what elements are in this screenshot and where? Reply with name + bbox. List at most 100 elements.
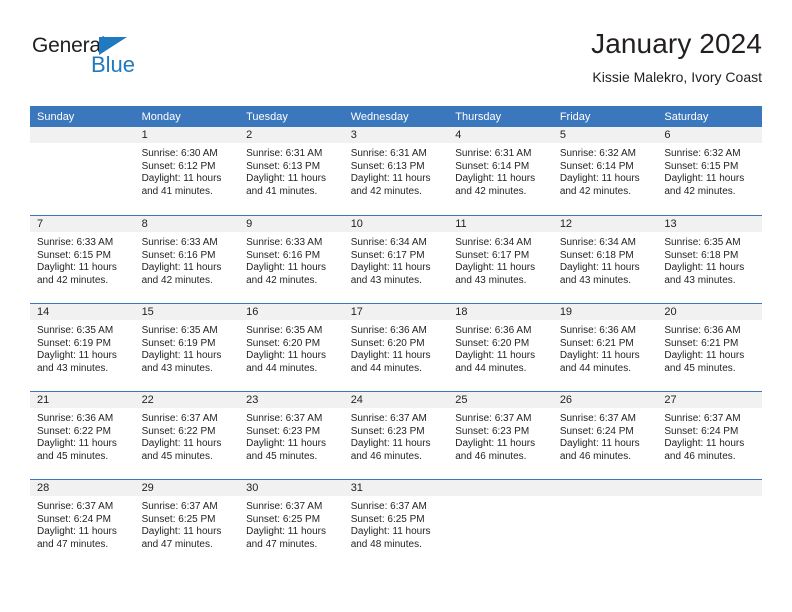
day-details: Sunrise: 6:36 AM Sunset: 6:20 PM Daylight:… [344, 320, 449, 375]
day-daylight2-text: and 47 minutes. [141, 538, 213, 550]
day-details: Sunrise: 6:37 AM Sunset: 6:22 PM Daylight:… [135, 408, 240, 463]
calendar-week-row: 14 Sunrise: 6:35 AM Sunset: 6:19 PM Dayligh… [30, 303, 762, 391]
calendar-day-cell[interactable]: 22 Sunrise: 6:37 AM Sunset: 6:22 PM Dayligh… [134, 391, 240, 479]
weekday-header-monday: Monday [134, 106, 240, 127]
calendar-day-cell[interactable]: 28 Sunrise: 6:37 AM Sunset: 6:24 PM Dayligh… [30, 479, 135, 567]
calendar-day-cell[interactable]: 26 Sunrise: 6:37 AM Sunset: 6:24 PM Dayligh… [552, 391, 658, 479]
day-number: 18 [448, 304, 553, 320]
day-cell-inner: 14 Sunrise: 6:35 AM Sunset: 6:19 PM Dayligh… [30, 303, 135, 391]
day-daylight1-text: Daylight: 11 hours [37, 526, 117, 538]
day-cell-inner: 3 Sunrise: 6:31 AM Sunset: 6:13 PM Daylight… [343, 127, 449, 215]
day-sunset-text: Sunset: 6:24 PM [559, 425, 634, 437]
day-daylight1-text: Daylight: 11 hours [246, 350, 326, 362]
day-cell-inner: 28 Sunrise: 6:37 AM Sunset: 6:24 PM Dayligh… [30, 479, 135, 567]
day-number: 3 [343, 127, 449, 143]
day-cell-inner [448, 479, 553, 567]
weekday-header-tuesday: Tuesday [239, 106, 344, 127]
calendar-day-cell[interactable]: 6 Sunrise: 6:32 AM Sunset: 6:15 PM Daylight… [657, 127, 762, 215]
day-sunrise-text: Sunrise: 6:36 AM [664, 325, 741, 336]
day-details: Sunrise: 6:33 AM Sunset: 6:15 PM Daylight:… [30, 232, 135, 287]
calendar-day-cell[interactable]: 21 Sunrise: 6:36 AM Sunset: 6:22 PM Dayligh… [30, 391, 135, 479]
calendar-day-cell[interactable]: 24 Sunrise: 6:37 AM Sunset: 6:23 PM Dayligh… [343, 391, 449, 479]
calendar-day-cell[interactable]: 8 Sunrise: 6:33 AM Sunset: 6:16 PM Daylight… [134, 215, 240, 303]
calendar-day-cell[interactable]: 5 Sunrise: 6:32 AM Sunset: 6:14 PM Daylight… [552, 127, 658, 215]
day-daylight2-text: and 43 minutes. [350, 274, 422, 286]
day-details: Sunrise: 6:32 AM Sunset: 6:14 PM Daylight:… [553, 143, 658, 198]
day-sunrise-text: Sunrise: 6:37 AM [246, 501, 323, 512]
day-cell-inner [552, 479, 658, 567]
day-number: 19 [552, 304, 658, 320]
general-blue-logo[interactable]: General Blue [32, 35, 192, 87]
calendar-day-cell[interactable]: 30 Sunrise: 6:37 AM Sunset: 6:25 PM Dayligh… [239, 479, 344, 567]
calendar-day-cell[interactable]: 14 Sunrise: 6:35 AM Sunset: 6:19 PM Dayligh… [30, 303, 135, 391]
calendar-day-cell[interactable]: 12 Sunrise: 6:34 AM Sunset: 6:18 PM Dayligh… [552, 215, 658, 303]
day-sunset-text: Sunset: 6:16 PM [246, 249, 321, 261]
day-number [552, 480, 658, 496]
day-daylight2-text: and 44 minutes. [559, 362, 631, 374]
calendar-day-cell[interactable]: 2 Sunrise: 6:31 AM Sunset: 6:13 PM Daylight… [239, 127, 344, 215]
day-sunset-text: Sunset: 6:21 PM [664, 337, 739, 349]
calendar-empty-cell [30, 127, 135, 215]
day-sunrise-text: Sunrise: 6:36 AM [455, 325, 532, 336]
day-sunset-text: Sunset: 6:15 PM [37, 249, 111, 261]
day-daylight1-text: Daylight: 11 hours [350, 526, 431, 538]
day-number: 1 [134, 127, 240, 143]
day-details: Sunrise: 6:37 AM Sunset: 6:25 PM Daylight:… [135, 496, 240, 551]
day-daylight1-text: Daylight: 11 hours [141, 438, 222, 450]
calendar-day-cell[interactable]: 15 Sunrise: 6:35 AM Sunset: 6:19 PM Dayligh… [134, 303, 240, 391]
day-sunrise-text: Sunrise: 6:36 AM [37, 413, 114, 424]
day-cell-inner: 17 Sunrise: 6:36 AM Sunset: 6:20 PM Dayligh… [343, 303, 449, 391]
calendar-day-cell[interactable]: 23 Sunrise: 6:37 AM Sunset: 6:23 PM Dayligh… [239, 391, 344, 479]
day-details: Sunrise: 6:35 AM Sunset: 6:18 PM Daylight:… [657, 232, 762, 287]
day-daylight1-text: Daylight: 11 hours [559, 262, 640, 274]
day-cell-inner: 30 Sunrise: 6:37 AM Sunset: 6:25 PM Dayligh… [239, 479, 344, 567]
calendar-day-cell[interactable]: 25 Sunrise: 6:37 AM Sunset: 6:23 PM Dayligh… [448, 391, 553, 479]
calendar-day-cell[interactable]: 11 Sunrise: 6:34 AM Sunset: 6:17 PM Dayligh… [448, 215, 553, 303]
day-number: 6 [657, 127, 762, 143]
day-daylight1-text: Daylight: 11 hours [141, 173, 222, 185]
calendar-day-cell[interactable]: 16 Sunrise: 6:35 AM Sunset: 6:20 PM Dayligh… [239, 303, 344, 391]
calendar-day-cell[interactable]: 7 Sunrise: 6:33 AM Sunset: 6:15 PM Daylight… [30, 215, 135, 303]
calendar-day-cell[interactable]: 10 Sunrise: 6:34 AM Sunset: 6:17 PM Dayligh… [343, 215, 449, 303]
calendar-day-cell[interactable]: 29 Sunrise: 6:37 AM Sunset: 6:25 PM Dayligh… [134, 479, 240, 567]
calendar-day-cell[interactable]: 4 Sunrise: 6:31 AM Sunset: 6:14 PM Daylight… [448, 127, 553, 215]
day-daylight2-text: and 41 minutes. [141, 185, 213, 197]
day-daylight1-text: Daylight: 11 hours [141, 526, 222, 538]
day-daylight1-text: Daylight: 11 hours [141, 350, 222, 362]
day-number: 25 [448, 392, 553, 408]
day-cell-inner: 26 Sunrise: 6:37 AM Sunset: 6:24 PM Dayligh… [552, 391, 658, 479]
calendar-week-row: 28 Sunrise: 6:37 AM Sunset: 6:24 PM Dayligh… [30, 479, 762, 567]
day-sunrise-text: Sunrise: 6:37 AM [350, 501, 427, 512]
calendar-day-cell[interactable]: 19 Sunrise: 6:36 AM Sunset: 6:21 PM Dayligh… [552, 303, 658, 391]
day-sunset-text: Sunset: 6:19 PM [37, 337, 111, 349]
day-daylight1-text: Daylight: 11 hours [455, 173, 536, 185]
day-daylight2-text: and 44 minutes. [455, 362, 527, 374]
calendar-day-cell[interactable]: 1 Sunrise: 6:30 AM Sunset: 6:12 PM Daylight… [134, 127, 240, 215]
day-details: Sunrise: 6:35 AM Sunset: 6:19 PM Daylight:… [135, 320, 240, 375]
day-sunset-text: Sunset: 6:20 PM [350, 337, 425, 349]
day-number: 2 [239, 127, 344, 143]
calendar-day-cell[interactable]: 3 Sunrise: 6:31 AM Sunset: 6:13 PM Daylight… [343, 127, 449, 215]
calendar-day-cell[interactable]: 17 Sunrise: 6:36 AM Sunset: 6:20 PM Dayligh… [343, 303, 449, 391]
day-details: Sunrise: 6:37 AM Sunset: 6:24 PM Daylight:… [553, 408, 658, 463]
calendar-day-cell[interactable]: 13 Sunrise: 6:35 AM Sunset: 6:18 PM Dayligh… [657, 215, 762, 303]
calendar-day-cell[interactable]: 31 Sunrise: 6:37 AM Sunset: 6:25 PM Dayligh… [343, 479, 449, 567]
day-daylight1-text: Daylight: 11 hours [455, 350, 536, 362]
calendar-day-cell[interactable]: 18 Sunrise: 6:36 AM Sunset: 6:20 PM Dayligh… [448, 303, 553, 391]
day-details: Sunrise: 6:36 AM Sunset: 6:20 PM Daylight:… [448, 320, 553, 375]
calendar-day-cell[interactable]: 27 Sunrise: 6:37 AM Sunset: 6:24 PM Dayligh… [657, 391, 762, 479]
day-daylight2-text: and 42 minutes. [246, 274, 318, 286]
title-block: January 2024 Kissie Malekro, Ivory Coast [591, 28, 762, 85]
page-title: January 2024 [591, 28, 762, 59]
day-daylight1-text: Daylight: 11 hours [559, 438, 640, 450]
day-daylight2-text: and 42 minutes. [664, 185, 736, 197]
day-sunrise-text: Sunrise: 6:37 AM [141, 501, 218, 512]
calendar-day-cell[interactable]: 20 Sunrise: 6:36 AM Sunset: 6:21 PM Dayligh… [657, 303, 762, 391]
day-sunset-text: Sunset: 6:13 PM [246, 160, 321, 172]
day-details: Sunrise: 6:30 AM Sunset: 6:12 PM Daylight:… [135, 143, 240, 198]
calendar-day-cell[interactable]: 9 Sunrise: 6:33 AM Sunset: 6:16 PM Daylight… [239, 215, 344, 303]
day-details: Sunrise: 6:37 AM Sunset: 6:25 PM Daylight:… [239, 496, 344, 551]
calendar-table: Sunday Monday Tuesday Wednesday Thursday… [30, 106, 762, 567]
day-details: Sunrise: 6:31 AM Sunset: 6:13 PM Daylight:… [239, 143, 344, 198]
day-details: Sunrise: 6:33 AM Sunset: 6:16 PM Daylight:… [135, 232, 240, 287]
